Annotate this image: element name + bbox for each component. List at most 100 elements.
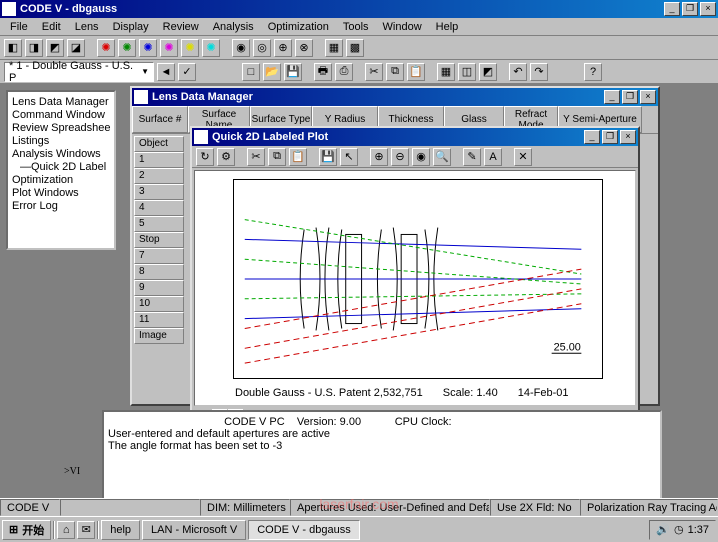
text-icon[interactable]: A (484, 148, 502, 166)
maximize-button[interactable]: ❐ (682, 2, 698, 16)
col-surface-num[interactable]: Surface # (132, 106, 188, 133)
tree-item[interactable]: Lens Data Manager (12, 96, 110, 109)
check-icon[interactable]: ✓ (178, 63, 196, 81)
close-button[interactable]: × (620, 130, 636, 144)
tool-icon[interactable]: ⊗ (295, 39, 313, 57)
start-button[interactable]: ⊞ 开始 (2, 520, 51, 540)
tree-item[interactable]: Analysis Windows (12, 148, 110, 161)
document-combo[interactable]: * 1 - Double Gauss - U.S. P ▼ (4, 62, 154, 82)
plot-titlebar[interactable]: Quick 2D Labeled Plot _ ❐ × (192, 128, 638, 146)
print-icon[interactable]: 🖶 (314, 63, 332, 81)
menu-edit[interactable]: Edit (36, 19, 67, 35)
row-header[interactable]: 9 (134, 280, 184, 296)
preview-icon[interactable]: ⎙ (335, 63, 353, 81)
save-icon[interactable]: 💾 (284, 63, 302, 81)
tool-icon[interactable]: ◧ (4, 39, 22, 57)
row-header[interactable]: Stop (134, 232, 184, 248)
taskbar-task[interactable]: LAN - Microsoft V (142, 520, 246, 540)
tool-icon[interactable]: ▦ (325, 39, 343, 57)
gear-icon[interactable]: ✺ (97, 39, 115, 57)
taskbar-task[interactable]: CODE V - dbgauss (248, 520, 360, 540)
row-header[interactable]: 2 (134, 168, 184, 184)
open-icon[interactable]: 📂 (263, 63, 281, 81)
tool-icon[interactable]: ◨ (25, 39, 43, 57)
gear-icon[interactable]: ✺ (139, 39, 157, 57)
tree-item[interactable]: Plot Windows (12, 187, 110, 200)
refresh-icon[interactable]: ↻ (196, 148, 214, 166)
tool-icon[interactable]: ◩ (46, 39, 64, 57)
quicklaunch-icon[interactable]: ⌂ (57, 521, 75, 539)
close-button[interactable]: × (700, 2, 716, 16)
minimize-button[interactable]: _ (664, 2, 680, 16)
menu-optimization[interactable]: Optimization (262, 19, 335, 35)
prev-icon[interactable]: ◄ (157, 63, 175, 81)
maximize-button[interactable]: ❐ (622, 90, 638, 104)
row-header[interactable]: 7 (134, 248, 184, 264)
tool-icon[interactable]: ⊕ (274, 39, 292, 57)
navigator-panel[interactable]: Lens Data Manager Command Window Review … (6, 90, 116, 250)
gear-icon[interactable]: ✺ (202, 39, 220, 57)
tree-item[interactable]: Listings (12, 135, 110, 148)
help-icon[interactable]: ? (584, 63, 602, 81)
row-header[interactable]: 10 (134, 296, 184, 312)
maximize-button[interactable]: ❐ (602, 130, 618, 144)
copy-icon[interactable]: ⧉ (268, 148, 286, 166)
minimize-button[interactable]: _ (604, 90, 620, 104)
row-header[interactable]: 8 (134, 264, 184, 280)
row-header[interactable]: 3 (134, 184, 184, 200)
cut-icon[interactable]: ✂ (365, 63, 383, 81)
gear-icon[interactable]: ⚙ (217, 148, 235, 166)
tree-item[interactable]: Command Window (12, 109, 110, 122)
tool-icon[interactable]: ◪ (67, 39, 85, 57)
row-header[interactable]: 11 (134, 312, 184, 328)
paste-icon[interactable]: 📋 (289, 148, 307, 166)
menu-window[interactable]: Window (377, 19, 428, 35)
menu-lens[interactable]: Lens (69, 19, 105, 35)
tool-icon[interactable]: ◉ (232, 39, 250, 57)
copy-icon[interactable]: ⧉ (386, 63, 404, 81)
save-icon[interactable]: 💾 (319, 148, 337, 166)
menu-help[interactable]: Help (430, 19, 465, 35)
undo-icon[interactable]: ↶ (509, 63, 527, 81)
menu-display[interactable]: Display (107, 19, 155, 35)
gear-icon[interactable]: ✺ (118, 39, 136, 57)
tree-item[interactable]: Optimization (12, 174, 110, 187)
gear-icon[interactable]: ✺ (160, 39, 178, 57)
tree-item[interactable]: —Quick 2D Label (12, 161, 110, 174)
quicklaunch-icon[interactable]: ✉ (77, 521, 95, 539)
new-icon[interactable]: □ (242, 63, 260, 81)
plot-canvas[interactable]: 25.00 Double Gauss - U.S. Patent 2,532,7… (194, 170, 636, 406)
close-button[interactable]: × (640, 90, 656, 104)
tool-icon[interactable]: ▩ (346, 39, 364, 57)
delete-icon[interactable]: ✕ (514, 148, 532, 166)
zoom-out-icon[interactable]: ⊖ (391, 148, 409, 166)
edit-icon[interactable]: ✎ (463, 148, 481, 166)
zoom-in-icon[interactable]: ⊕ (370, 148, 388, 166)
table-icon[interactable]: ▦ (437, 63, 455, 81)
row-header[interactable]: Image (134, 328, 184, 344)
tray-icon[interactable]: ◷ (674, 523, 684, 536)
tree-item[interactable]: Error Log (12, 200, 110, 213)
tool-icon[interactable]: ◫ (458, 63, 476, 81)
system-tray[interactable]: 🔊 ◷ 1:37 (649, 520, 716, 540)
taskbar-task[interactable]: help (101, 520, 140, 540)
row-header[interactable]: 1 (134, 152, 184, 168)
tool-icon[interactable]: ◎ (253, 39, 271, 57)
redo-icon[interactable]: ↷ (530, 63, 548, 81)
row-header[interactable]: Object (134, 136, 184, 152)
zoom-fit-icon[interactable]: ◉ (412, 148, 430, 166)
paste-icon[interactable]: 📋 (407, 63, 425, 81)
row-header[interactable]: 4 (134, 200, 184, 216)
tree-item[interactable]: Review Spreadshee (12, 122, 110, 135)
menu-tools[interactable]: Tools (337, 19, 375, 35)
cut-icon[interactable]: ✂ (247, 148, 265, 166)
zoom-icon[interactable]: 🔍 (433, 148, 451, 166)
row-header[interactable]: 5 (134, 216, 184, 232)
ldm-titlebar[interactable]: Lens Data Manager _ ❐ × (132, 88, 658, 106)
menu-analysis[interactable]: Analysis (207, 19, 260, 35)
tool-icon[interactable]: ◩ (479, 63, 497, 81)
tray-icon[interactable]: 🔊 (656, 523, 670, 536)
gear-icon[interactable]: ✺ (181, 39, 199, 57)
minimize-button[interactable]: _ (584, 130, 600, 144)
pointer-icon[interactable]: ↖ (340, 148, 358, 166)
